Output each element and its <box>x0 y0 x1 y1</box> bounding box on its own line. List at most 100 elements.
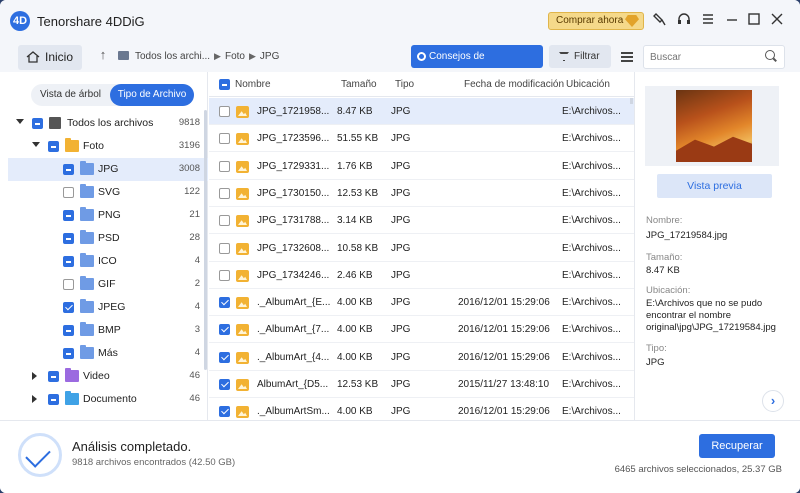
recovery-tips-button[interactable]: Consejos de Recuperación <box>411 45 543 85</box>
file-type: JPG <box>391 270 411 281</box>
tree-checkbox[interactable] <box>63 302 74 313</box>
tree-checkbox[interactable] <box>48 394 59 405</box>
tree-checkbox[interactable] <box>63 348 74 359</box>
image-file-icon <box>236 243 249 255</box>
table-row[interactable]: JPG_1730150... 12.53 KB JPG E:\Archivos... <box>209 180 634 207</box>
name-value: JPG_17219584.jpg <box>646 230 728 241</box>
table-row[interactable]: AlbumArt_{D5... 12.53 KB JPG 2015/11/27 13:… <box>209 371 634 398</box>
column-type[interactable]: Tipo <box>395 79 414 90</box>
file-date: 2016/12/01 15:29:06 <box>458 297 550 308</box>
tree-item[interactable]: JPEG 4 <box>8 296 208 319</box>
tree-item[interactable]: SVG 122 <box>8 181 208 204</box>
file-type: JPG <box>391 352 411 363</box>
next-arrow-icon[interactable]: › <box>762 390 784 412</box>
table-row[interactable]: ._AlbumArt_{4... 4.00 KB JPG 2016/12/01 15:… <box>209 344 634 371</box>
tree-item-count: 2 <box>194 278 200 289</box>
buy-now-button[interactable]: Comprar ahora <box>548 12 644 30</box>
tree-item-count: 4 <box>194 301 200 312</box>
tree-item-count: 9818 <box>178 117 200 128</box>
tree-item[interactable]: Todos los archivos 9818 <box>8 112 208 135</box>
column-size[interactable]: Tamaño <box>341 79 377 90</box>
preview-button[interactable]: Vista previa <box>657 174 772 198</box>
search-input[interactable] <box>643 45 785 69</box>
status-bar: Análisis completado. 9818 archivos encon… <box>0 420 800 493</box>
tree-checkbox[interactable] <box>48 141 59 152</box>
row-checkbox[interactable] <box>219 161 230 172</box>
tree-checkbox[interactable] <box>63 187 74 198</box>
home-button[interactable]: Inicio <box>18 45 82 70</box>
up-arrow-icon[interactable]: ↑ <box>96 47 110 65</box>
column-date[interactable]: Fecha de modificación <box>464 79 564 90</box>
row-checkbox[interactable] <box>219 215 230 226</box>
table-row[interactable]: JPG_1731788... 3.14 KB JPG E:\Archivos... <box>209 207 634 234</box>
minimize-icon[interactable] <box>722 11 742 31</box>
row-checkbox[interactable] <box>219 297 230 308</box>
tree-item[interactable]: Video 46 <box>8 365 208 388</box>
tree-checkbox[interactable] <box>48 371 59 382</box>
left-scrollbar[interactable] <box>204 110 207 370</box>
row-checkbox[interactable] <box>219 243 230 254</box>
tree-item-count: 21 <box>189 209 200 220</box>
headset-icon[interactable] <box>674 11 694 31</box>
tree-checkbox[interactable] <box>63 256 74 267</box>
file-type: JPG <box>391 324 411 335</box>
file-size: 1.76 KB <box>337 161 373 172</box>
caret-down-icon[interactable] <box>32 142 40 147</box>
caret-right-icon[interactable] <box>32 372 37 380</box>
table-row[interactable]: ._AlbumArt_{7... 4.00 KB JPG 2016/12/01 15:… <box>209 316 634 343</box>
table-row[interactable]: ._AlbumArt_{E... 4.00 KB JPG 2016/12/01 15:… <box>209 289 634 316</box>
tree-item[interactable]: Documento 46 <box>8 388 208 411</box>
breadcrumb-item[interactable]: Todos los archi... <box>135 51 210 62</box>
tree-item[interactable]: Más 4 <box>8 342 208 365</box>
table-row[interactable]: JPG_1721958... 8.47 KB JPG E:\Archivos... <box>209 98 634 125</box>
tree-item[interactable]: BMP 3 <box>8 319 208 342</box>
row-checkbox[interactable] <box>219 188 230 199</box>
folder-folder-icon <box>80 253 94 267</box>
table-row[interactable]: JPG_1723596... 51.55 KB JPG E:\Archivos... <box>209 125 634 152</box>
filter-button[interactable]: Filtrar <box>549 45 611 68</box>
list-view-icon[interactable] <box>617 46 637 67</box>
row-checkbox[interactable] <box>219 379 230 390</box>
table-row[interactable]: JPG_1729331... 1.76 KB JPG E:\Archivos... <box>209 153 634 180</box>
table-row[interactable]: JPG_1734246... 2.46 KB JPG E:\Archivos... <box>209 262 634 289</box>
select-all-checkbox[interactable] <box>219 79 230 90</box>
tree-checkbox[interactable] <box>63 164 74 175</box>
row-checkbox[interactable] <box>219 324 230 335</box>
tree-item[interactable]: ICO 4 <box>8 250 208 273</box>
tree-checkbox[interactable] <box>63 210 74 221</box>
tab-file-type[interactable]: Tipo de Archivo <box>110 84 194 106</box>
tree-checkbox[interactable] <box>63 325 74 336</box>
tree-item[interactable]: PSD 28 <box>8 227 208 250</box>
breadcrumb-item[interactable]: Foto <box>225 51 245 62</box>
caret-right-icon[interactable] <box>32 395 37 403</box>
column-name[interactable]: Nombre <box>235 79 271 90</box>
column-location[interactable]: Ubicación <box>566 79 610 90</box>
tree-item[interactable]: GIF 2 <box>8 273 208 296</box>
search-icon[interactable] <box>765 50 775 60</box>
image-file-icon <box>236 106 249 118</box>
breadcrumb-item[interactable]: JPG <box>260 51 279 62</box>
tree-checkbox[interactable] <box>32 118 43 129</box>
row-checkbox[interactable] <box>219 406 230 417</box>
row-checkbox[interactable] <box>219 133 230 144</box>
menu-icon[interactable] <box>698 11 718 31</box>
tree-item[interactable]: JPG 3008 <box>8 158 208 181</box>
close-icon[interactable] <box>767 11 787 31</box>
tab-tree-view[interactable]: Vista de árbol <box>31 84 110 106</box>
recover-button[interactable]: Recuperar <box>699 434 775 458</box>
row-checkbox[interactable] <box>219 106 230 117</box>
tree-checkbox[interactable] <box>63 279 74 290</box>
list-scrollbar[interactable] <box>630 98 633 104</box>
row-checkbox[interactable] <box>219 352 230 363</box>
row-checkbox[interactable] <box>219 270 230 281</box>
tree-item[interactable]: PNG 21 <box>8 204 208 227</box>
tree-item[interactable]: Foto 3196 <box>8 135 208 158</box>
file-type: JPG <box>391 379 411 390</box>
tree-checkbox[interactable] <box>63 233 74 244</box>
brush-icon[interactable] <box>650 11 670 31</box>
maximize-icon[interactable] <box>744 11 764 31</box>
view-tabs: Vista de árbol Tipo de Archivo <box>31 84 194 106</box>
caret-down-icon[interactable] <box>16 119 24 124</box>
table-row[interactable]: JPG_1732608... 10.58 KB JPG E:\Archivos... <box>209 235 634 262</box>
tree-item-label: Más <box>98 347 118 359</box>
